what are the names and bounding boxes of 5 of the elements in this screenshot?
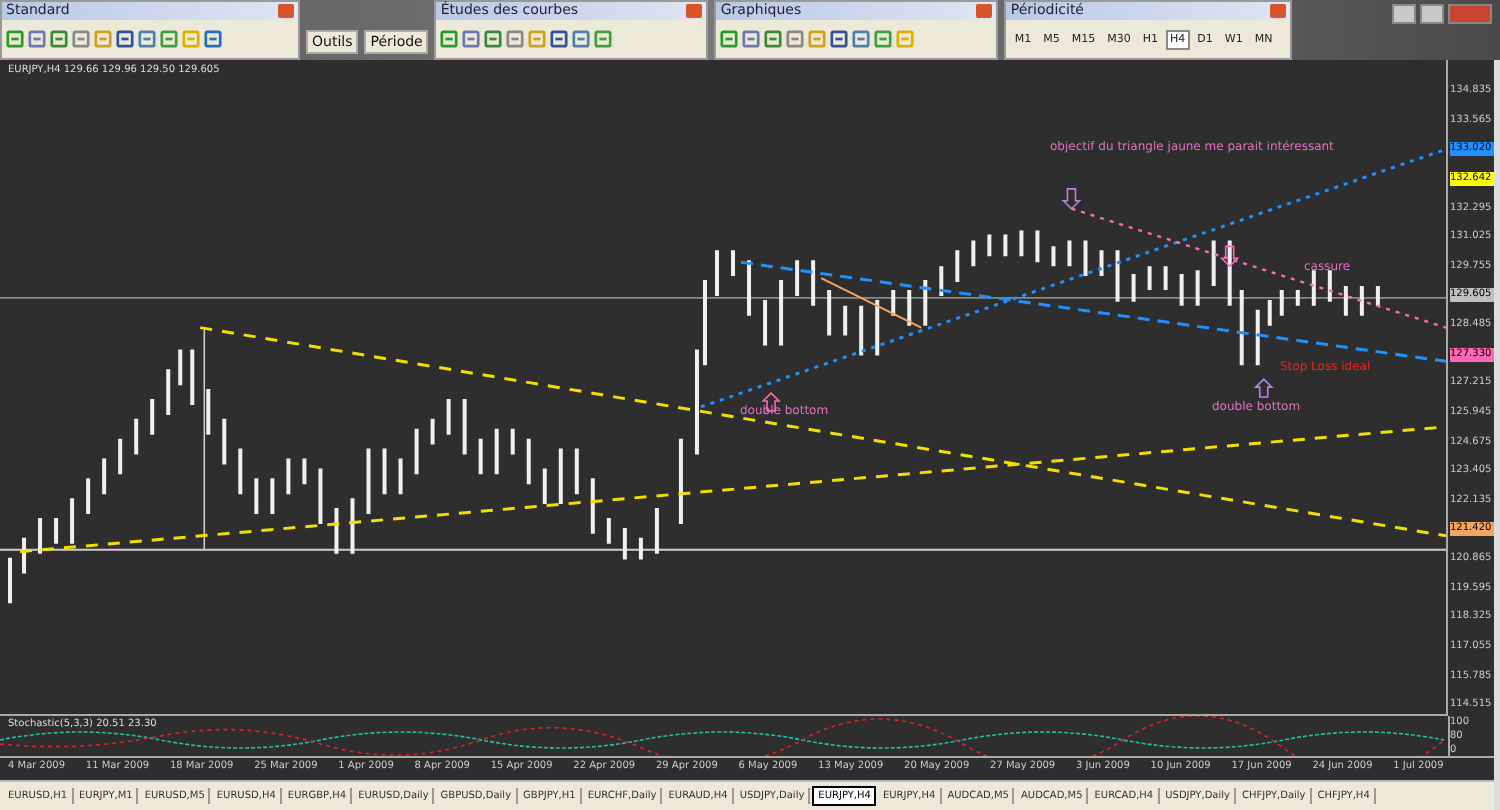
close-icon[interactable]	[976, 4, 993, 18]
close-icon[interactable]	[1270, 4, 1287, 18]
minimize-icon[interactable]	[1392, 4, 1416, 24]
maximize-icon[interactable]	[1420, 4, 1444, 24]
close-icon[interactable]	[686, 4, 703, 18]
